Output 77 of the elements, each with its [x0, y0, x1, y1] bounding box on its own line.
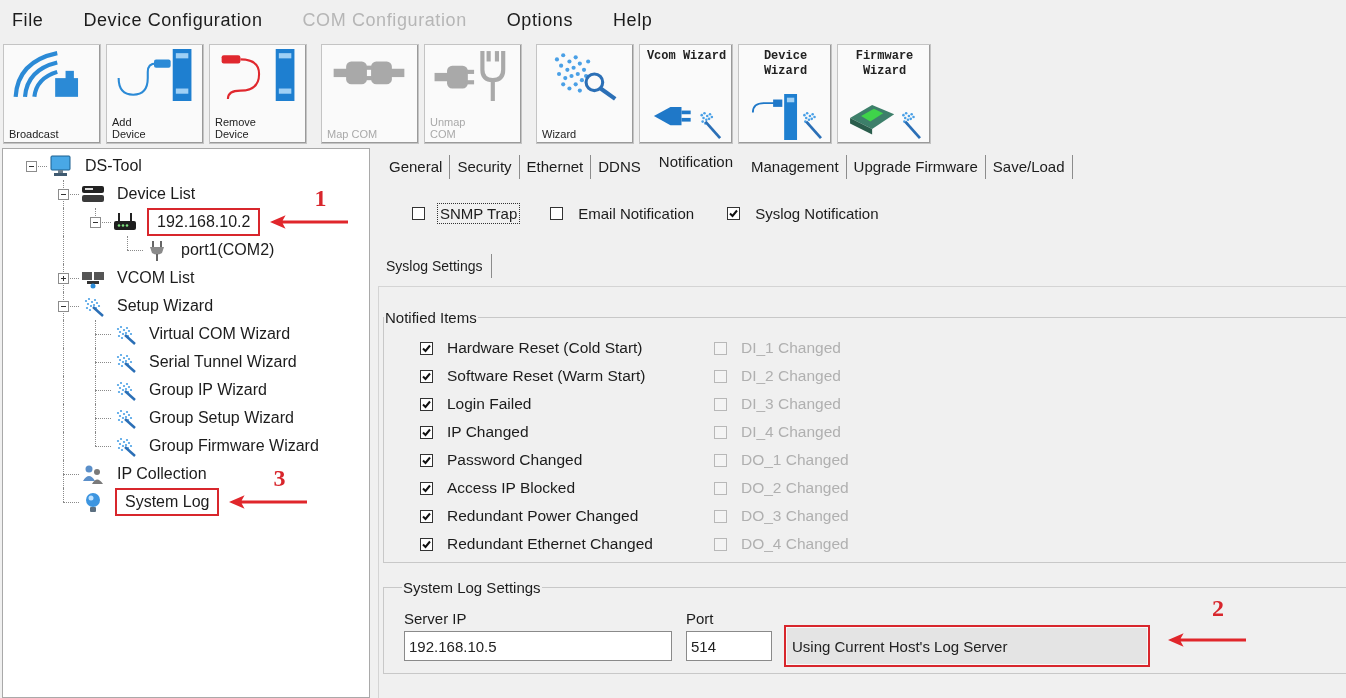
log-server-button[interactable]: Using Current Host's Log Server — [784, 625, 1150, 667]
checkbox[interactable] — [420, 509, 433, 523]
field-label: Server IP — [404, 610, 468, 627]
device-stack-icon — [81, 183, 105, 205]
server-ip-field[interactable]: 192.168.10.5 — [404, 631, 672, 661]
checkbox[interactable] — [420, 369, 433, 383]
checkbox[interactable] — [412, 206, 425, 220]
checkbox[interactable] — [550, 206, 564, 220]
tab[interactable]: Upgrade Firmware — [846, 155, 986, 179]
router-icon — [113, 211, 137, 233]
tree-item[interactable]: Device List — [107, 180, 206, 208]
collapse-toggle[interactable] — [26, 161, 37, 172]
checkbox-label[interactable]: Login Failed — [447, 395, 532, 413]
group-title: Notified Items — [384, 309, 478, 326]
tab[interactable]: Management — [744, 155, 847, 179]
checkbox[interactable] — [420, 453, 433, 467]
tree-item[interactable]: IP Collection — [107, 460, 217, 488]
checkbox-label[interactable]: Syslog Notification — [752, 202, 882, 224]
tab[interactable]: Save/Load — [985, 155, 1073, 179]
toolbar-button[interactable]: Vcom Wizard — [639, 44, 733, 144]
tree-item[interactable]: Group Setup Wizard — [139, 404, 304, 432]
menu-item[interactable]: Help — [609, 7, 657, 33]
people-icon — [81, 463, 105, 485]
toolbar-button[interactable]: Remove Device — [209, 44, 307, 144]
tab[interactable]: Security — [450, 155, 520, 179]
toolbar-button[interactable]: Firmware Wizard — [837, 44, 931, 144]
checkbox-label[interactable]: Hardware Reset (Cold Start) — [447, 339, 643, 357]
toolbar-button[interactable]: Wizard — [536, 44, 634, 144]
menu-item[interactable]: Options — [502, 7, 577, 33]
collapse-toggle[interactable] — [58, 189, 69, 200]
tree-item[interactable]: 192.168.10.2 — [147, 208, 261, 236]
checkbox-label[interactable]: Access IP Blocked — [447, 479, 576, 497]
monitor-icon — [49, 155, 73, 177]
port-field[interactable]: 514 — [686, 631, 772, 661]
field-label: Port — [686, 610, 715, 627]
toolbar-button[interactable]: Broadcast — [3, 44, 101, 144]
left-arrow-icon — [1168, 633, 1246, 647]
tree-item[interactable]: DS-Tool — [75, 152, 152, 180]
tree-item[interactable]: Serial Tunnel Wizard — [139, 348, 307, 376]
checkbox-label[interactable]: Redundant Power Changed — [447, 507, 639, 525]
callout-number: 3 — [273, 465, 286, 491]
checkbox-label[interactable]: SNMP Trap — [437, 202, 521, 224]
tab[interactable]: Notification — [648, 150, 744, 174]
checkbox-label[interactable]: IP Changed — [447, 423, 529, 441]
left-arrow-icon — [270, 215, 349, 229]
tab[interactable]: DDNS — [591, 155, 649, 179]
tab[interactable]: General — [382, 155, 451, 179]
checkbox-label[interactable]: Software Reset (Warm Start) — [447, 367, 646, 385]
callout-number: 1 — [314, 185, 327, 211]
tree-item[interactable]: Setup Wizard — [107, 292, 224, 320]
tree-item[interactable]: Group Firmware Wizard — [139, 432, 329, 460]
checkbox[interactable] — [420, 537, 433, 551]
checkbox[interactable] — [420, 341, 433, 355]
menu-item[interactable]: File — [8, 7, 48, 33]
toolbar-button[interactable]: Add Device — [106, 44, 204, 144]
collapse-toggle[interactable] — [90, 217, 101, 228]
checkbox[interactable] — [420, 481, 433, 495]
checkbox[interactable] — [727, 206, 741, 220]
checkbox[interactable] — [420, 397, 433, 411]
menu-item[interactable]: Device Configuration — [79, 7, 267, 33]
collapse-toggle[interactable] — [58, 301, 69, 312]
checkbox[interactable] — [420, 425, 433, 439]
toolbar-button[interactable]: Device Wizard — [738, 44, 832, 144]
expand-toggle[interactable] — [58, 273, 69, 284]
tree-item[interactable]: Virtual COM Wizard — [139, 320, 301, 348]
tab[interactable]: Ethernet — [519, 155, 592, 179]
left-arrow-icon — [229, 495, 308, 509]
tree-item[interactable]: VCOM List — [107, 264, 205, 292]
tree-item[interactable]: System Log — [115, 488, 220, 516]
tree-item[interactable]: port1(COM2) — [171, 236, 285, 264]
tab[interactable]: Syslog Settings — [382, 254, 492, 278]
callout-number: 2 — [1212, 595, 1224, 621]
checkbox-label[interactable]: Password Changed — [447, 451, 583, 469]
checkbox-label[interactable]: Email Notification — [575, 202, 698, 224]
tree-item[interactable]: Group IP Wizard — [139, 376, 277, 404]
checkbox-label[interactable]: Redundant Ethernet Changed — [447, 535, 653, 553]
group-title: System Log Settings — [402, 579, 542, 596]
